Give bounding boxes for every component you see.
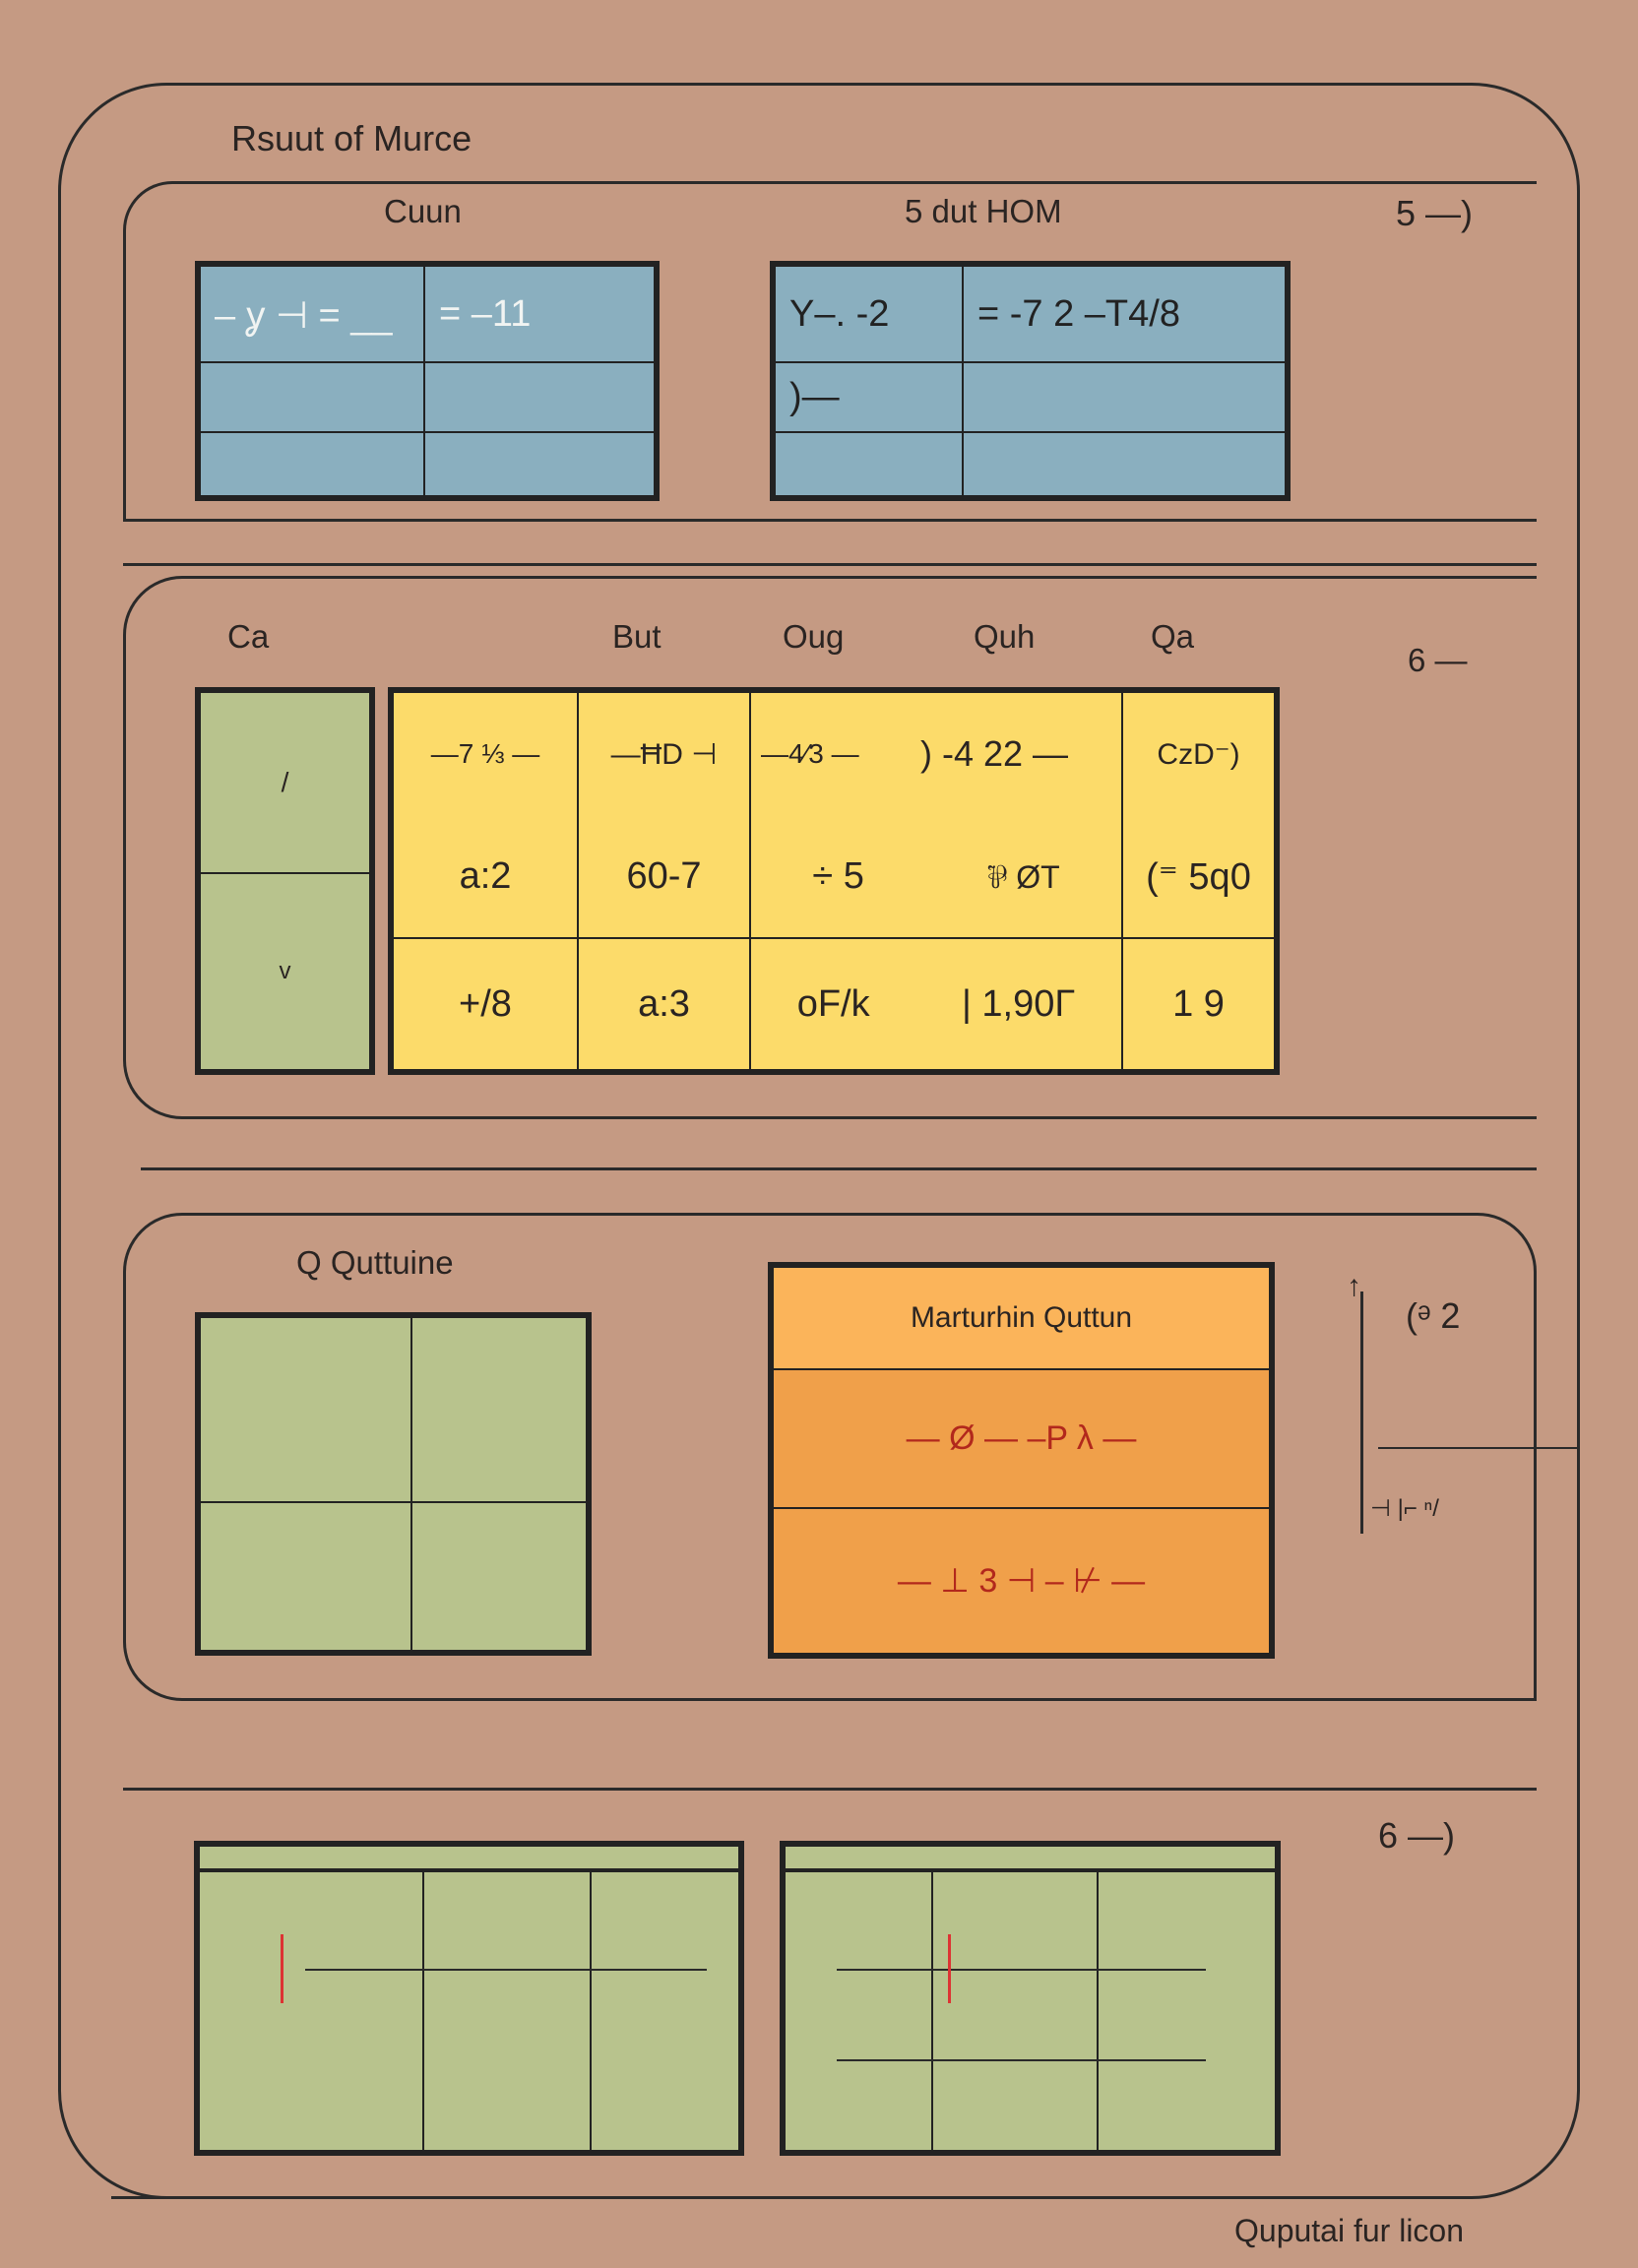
section-2-side-label: 6 —: [1408, 642, 1468, 678]
bottom-table-left: [194, 1841, 744, 2156]
table-cell: | 1,90Γ: [961, 982, 1076, 1025]
table-cell: [591, 1871, 739, 2151]
blue-table-right: Y–. -2 = -7 2 –T4/8 )—: [770, 261, 1291, 501]
section-1-header-right: 5 —): [1396, 193, 1474, 233]
row-label: /: [200, 692, 370, 873]
grid-cell: [411, 1317, 587, 1502]
table-cell: ⅌ ØT: [986, 858, 1060, 895]
orange-panel-row: — Ø — –P λ —: [773, 1369, 1270, 1508]
data-table: —7 ⅓ — —ĦD ⊣ —4⁄3 — CzD⁻) a:2 60-7 ÷ 5 ⅌…: [388, 687, 1280, 1075]
section-4-side-label: 6 —): [1378, 1815, 1456, 1856]
orange-panel-row: — ⊥ 3 ⊣ – ⊬ —: [773, 1508, 1270, 1654]
table-cell: 60-7: [578, 815, 750, 938]
axis-top-label: (ᵊ 2: [1406, 1295, 1461, 1336]
column-header: Quh: [974, 618, 1036, 655]
table-cell-pair: ÷ 5 ⅌ ØT: [750, 815, 1122, 938]
table-cell: [424, 362, 655, 432]
row-line: [837, 1969, 1206, 1971]
table-cell: —ĦD ⊣: [578, 692, 750, 815]
footer-divider: [111, 2196, 1447, 2199]
section-1-header-center: 5 dut HOM: [905, 193, 1062, 229]
table-cell: [775, 432, 963, 496]
orange-panel-header: Marturhin Quttun: [773, 1267, 1270, 1369]
row-line: [837, 2059, 1206, 2061]
table-cell: 1 9: [1122, 938, 1275, 1070]
app-title: Rsuut of Murce: [231, 118, 472, 158]
table-cell: a:2: [393, 815, 578, 938]
axis-line: [1360, 1292, 1363, 1534]
table-cell: = –11: [424, 266, 655, 362]
table-cell: [199, 1871, 423, 2151]
row-line: [305, 1969, 707, 1971]
axis-arrow-icon: ↑: [1347, 1270, 1361, 1302]
table-cell: ÷ 5: [812, 854, 864, 897]
red-marker-icon: [281, 1934, 313, 2003]
blue-table-left: – ỿ ⊣ = __ = –11: [195, 261, 660, 501]
grid-cell: [200, 1502, 411, 1651]
table-cell: – ỿ ⊣ = __: [200, 266, 424, 362]
table-cell: [1098, 1871, 1276, 2151]
table-header-strip: [785, 1846, 1276, 1871]
axis-bottom-label: ⊣ |⌐ ⁿ/: [1370, 1495, 1439, 1522]
table-header-strip: [199, 1846, 739, 1871]
row-label: v: [200, 873, 370, 1070]
table-cell: [963, 432, 1286, 496]
table-cell: —7 ⅓ —: [393, 692, 578, 815]
table-cell: (⁼ 5q0: [1122, 815, 1275, 938]
table-cell: )—: [775, 362, 963, 432]
table-cell: oF/k: [796, 982, 870, 1025]
divider: [123, 1788, 1537, 1791]
footer-label: Quputai fur licon: [1234, 2213, 1465, 2248]
column-header: Ca: [227, 618, 270, 655]
divider: [141, 1167, 1537, 1170]
table-cell: a:3: [578, 938, 750, 1070]
grid-cell: [200, 1317, 411, 1502]
table-cell: +/8: [393, 938, 578, 1070]
row-label-column: / v: [195, 687, 375, 1075]
section-1-header-left: Cuun: [384, 193, 462, 229]
column-header: But: [612, 618, 662, 655]
table-cell-overlay: ) -4 22 —: [920, 733, 1069, 774]
table-cell: [200, 362, 424, 432]
grid-cell: [411, 1502, 587, 1651]
column-header: Qa: [1151, 618, 1195, 655]
orange-panel: Marturhin Quttun — Ø — –P λ — — ⊥ 3 ⊣ – …: [768, 1262, 1275, 1659]
section-3-title: Q Quttuine: [296, 1244, 454, 1281]
table-cell: [200, 432, 424, 496]
bottom-table-right: [780, 1841, 1281, 2156]
axis-baseline: [1378, 1447, 1577, 1449]
table-cell: [963, 362, 1286, 432]
table-cell: = -7 2 –T4/8: [963, 266, 1286, 362]
table-cell: Y–. -2: [775, 266, 963, 362]
table-cell: [423, 1871, 591, 2151]
table-cell: CzD⁻): [1122, 692, 1275, 815]
table-cell-pair: oF/k | 1,90Γ: [750, 938, 1122, 1070]
table-cell: [785, 1871, 932, 2151]
divider: [123, 563, 1537, 566]
table-cell: [932, 1871, 1098, 2151]
green-grid: [195, 1312, 592, 1656]
red-marker-icon: [948, 1934, 951, 2003]
table-cell: [424, 432, 655, 496]
column-header: Oug: [783, 618, 845, 655]
